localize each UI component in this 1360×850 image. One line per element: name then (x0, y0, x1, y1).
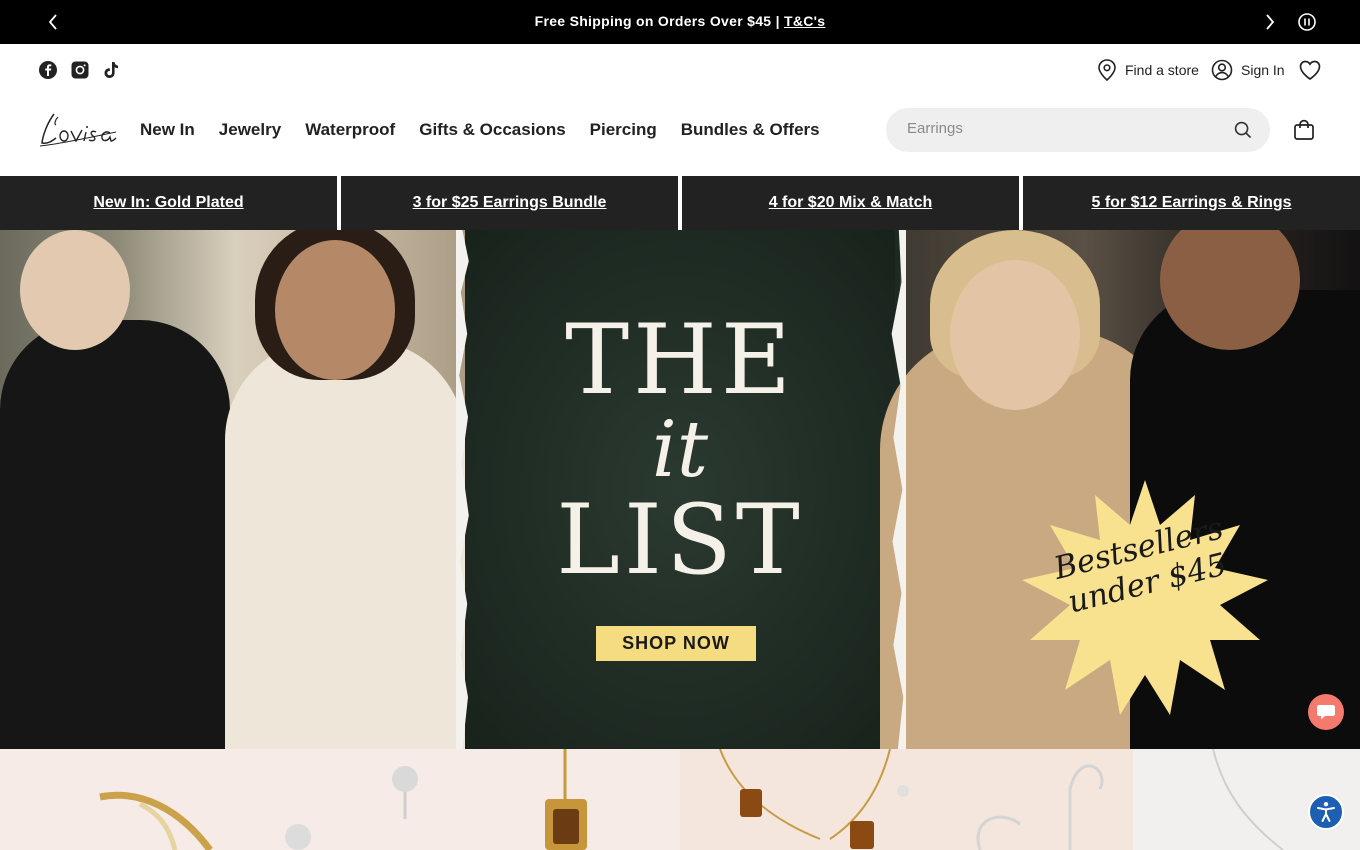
announcement-bar: Free Shipping on Orders Over $45 | T&C's (0, 0, 1360, 44)
hero-title-line2: it (651, 405, 709, 495)
find-store-link[interactable]: Find a store (1097, 59, 1199, 81)
hero-banner[interactable]: THE it LIST SHOP NOW Bestsellers under $… (0, 230, 1360, 749)
heart-icon[interactable] (1298, 58, 1322, 82)
chat-bubble-icon (1317, 705, 1335, 720)
promo-gold-plated[interactable]: New In: Gold Plated (0, 176, 337, 230)
nav-item-gifts-occasions[interactable]: Gifts & Occasions (419, 120, 565, 140)
hero-title-line1: THE (565, 304, 795, 416)
sign-in-label: Sign In (1241, 62, 1285, 78)
announcement-message: Free Shipping on Orders Over $45 | T&C's (0, 13, 1360, 29)
search-input[interactable] (907, 120, 1207, 137)
user-icon (1211, 59, 1233, 81)
instagram-icon[interactable] (71, 61, 89, 79)
model-head (275, 240, 395, 380)
terms-link[interactable]: T&C's (784, 13, 825, 29)
pause-icon[interactable] (1297, 12, 1317, 32)
chat-widget-button[interactable] (1308, 694, 1344, 730)
announcement-text: Free Shipping on Orders Over $45 | (534, 13, 780, 29)
lovisa-logo[interactable] (38, 110, 118, 150)
model-head (20, 230, 130, 350)
accessibility-icon (1317, 802, 1335, 822)
hero-title-line3: LIST (556, 484, 804, 596)
product-tile-gold-piercings[interactable] (0, 749, 680, 850)
main-header: New In Jewelry Waterproof Gifts & Occasi… (0, 96, 1360, 176)
search-bar (886, 108, 1270, 152)
model-black-dress (0, 320, 230, 749)
accessibility-button[interactable] (1308, 794, 1344, 830)
promo-mix-match[interactable]: 4 for $20 Mix & Match (682, 176, 1019, 230)
utility-bar: Find a store Sign In (0, 44, 1360, 96)
shop-now-button[interactable]: SHOP NOW (596, 626, 756, 661)
nav-item-waterproof[interactable]: Waterproof (305, 120, 395, 140)
nav-item-piercing[interactable]: Piercing (590, 120, 657, 140)
search-icon[interactable] (1234, 121, 1252, 139)
nav-item-new-in[interactable]: New In (140, 120, 195, 140)
promo-earrings-bundle[interactable]: 3 for $25 Earrings Bundle (341, 176, 678, 230)
promo-earrings-rings[interactable]: 5 for $12 Earrings & Rings (1023, 176, 1360, 230)
hero-title: THE it LIST (465, 310, 895, 590)
sign-in-link[interactable]: Sign In (1211, 59, 1285, 81)
chevron-right-icon[interactable] (1260, 12, 1280, 32)
product-tile-amber-necklace[interactable] (680, 748, 1133, 850)
promo-strip: New In: Gold Plated 3 for $25 Earrings B… (0, 176, 1360, 230)
main-nav: New In Jewelry Waterproof Gifts & Occasi… (140, 120, 820, 140)
facebook-icon[interactable] (39, 61, 57, 79)
shopping-bag-icon[interactable] (1293, 119, 1315, 141)
find-store-label: Find a store (1125, 62, 1199, 78)
product-row-peek (0, 748, 1360, 850)
nav-item-bundles-offers[interactable]: Bundles & Offers (681, 120, 820, 140)
model-head (950, 260, 1080, 410)
tiktok-icon[interactable] (102, 61, 120, 79)
nav-item-jewelry[interactable]: Jewelry (219, 120, 281, 140)
location-pin-icon (1098, 59, 1116, 81)
model-cream-top (225, 340, 465, 749)
